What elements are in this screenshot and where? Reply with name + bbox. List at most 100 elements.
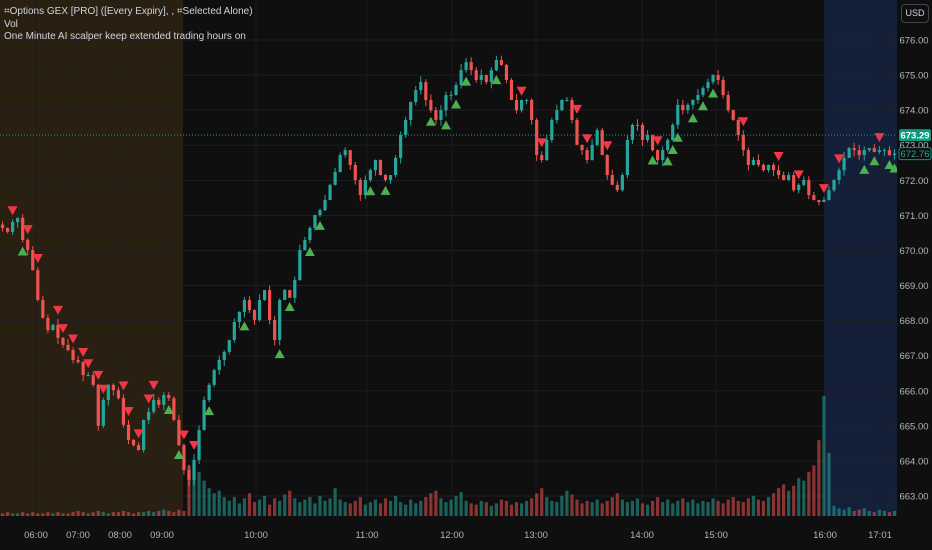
volume-bar: [212, 493, 216, 516]
price-tick-label: 674.00: [899, 106, 928, 117]
candle-body: [368, 170, 372, 180]
candle-body: [96, 384, 100, 426]
volume-bar: [66, 513, 70, 516]
volume-bar: [867, 510, 871, 516]
volume-bar: [555, 502, 559, 516]
volume-bar: [86, 513, 90, 516]
volume-bar: [91, 512, 95, 516]
candle-body: [464, 62, 468, 71]
candle-body: [21, 217, 25, 240]
volume-bar: [51, 513, 55, 516]
candle-body: [16, 217, 20, 223]
volume-bar: [691, 499, 695, 516]
legend-volume[interactable]: Vol: [4, 19, 253, 32]
candle-body: [212, 370, 216, 385]
volume-bar: [731, 497, 735, 516]
candle-body: [81, 362, 85, 376]
candle-body: [691, 99, 695, 105]
candle-body: [857, 150, 861, 156]
candle-body: [615, 184, 619, 191]
candle-body: [837, 170, 841, 180]
volume-bar: [575, 499, 579, 516]
time-tick-label: 10:00: [244, 530, 268, 541]
candle-body: [726, 95, 730, 111]
volume-bar: [782, 484, 786, 516]
candle-body: [761, 164, 766, 171]
candle-body: [414, 90, 418, 103]
volume-bar: [600, 503, 604, 516]
price-axis[interactable]: [897, 0, 932, 550]
candle-body: [550, 119, 554, 140]
volume-bar: [46, 512, 50, 516]
volume-bar: [298, 502, 302, 516]
candle-body: [222, 351, 226, 360]
candle-body: [121, 398, 126, 425]
candle-body: [474, 70, 478, 80]
candle-body: [273, 319, 277, 340]
candle-body: [701, 88, 705, 96]
volume-bar: [877, 509, 881, 516]
candle-body: [167, 395, 171, 399]
candle-body: [126, 424, 131, 440]
candle-body: [313, 215, 317, 229]
time-tick-label: 08:00: [108, 530, 132, 541]
candle-body: [268, 290, 272, 320]
candle-body: [343, 150, 347, 156]
candle-body: [666, 139, 670, 151]
legend-ai-scalper[interactable]: One Minute AI scalper keep extended trad…: [4, 31, 253, 44]
candle-body: [842, 157, 846, 171]
volume-bar: [464, 500, 468, 516]
candle-body: [731, 110, 735, 120]
volume-bar: [585, 500, 589, 516]
candle-body: [61, 337, 65, 345]
candle-body: [741, 135, 745, 151]
volume-bar: [721, 503, 725, 516]
volume-bar: [525, 500, 529, 516]
volume-bar: [288, 490, 292, 516]
legend-options-gex[interactable]: ⌗Options GEX [PRO] ([Every Expiry], , ⌗S…: [4, 6, 253, 19]
volume-bar: [630, 500, 635, 516]
candle-body: [353, 164, 357, 180]
candle-body: [262, 290, 267, 300]
candle-body: [469, 62, 473, 71]
candle-body: [232, 322, 236, 340]
volume-bar: [343, 502, 347, 516]
candle-body: [278, 299, 282, 340]
volume-bar: [474, 504, 478, 516]
volume-bar: [444, 502, 448, 516]
candle-body: [676, 104, 680, 125]
volume-bar: [172, 512, 176, 516]
volume-bar: [736, 500, 740, 516]
candle-body: [378, 159, 383, 176]
candle-body: [746, 150, 750, 165]
currency-button[interactable]: USD: [901, 4, 929, 23]
volume-bar: [595, 499, 599, 516]
volume-bar: [746, 498, 750, 516]
volume-bar: [222, 497, 226, 516]
volume-bar: [550, 500, 554, 516]
candle-body: [686, 104, 690, 111]
volume-bar: [101, 512, 105, 516]
volume-bar: [817, 440, 821, 516]
candle-body: [207, 384, 211, 400]
candle-body: [736, 119, 740, 136]
volume-bar: [650, 500, 655, 516]
candle-body: [721, 79, 725, 96]
volume-bar: [424, 497, 428, 516]
volume-bar: [409, 499, 413, 516]
candle-body: [348, 150, 352, 165]
volume-bar: [882, 510, 887, 516]
candle-body: [575, 119, 579, 145]
candle-body: [696, 95, 700, 100]
volume-bar: [348, 503, 352, 516]
candle-body: [91, 375, 95, 385]
price-chart[interactable]: 676.00675.00674.00673.00672.00671.00670.…: [0, 0, 932, 550]
volume-bar: [776, 488, 781, 516]
candle-body: [393, 157, 398, 176]
volume-bar: [318, 495, 322, 516]
volume-bar: [419, 500, 423, 516]
candle-body: [152, 399, 156, 412]
volume-bar: [81, 512, 85, 516]
candle-body: [424, 82, 428, 100]
candle-body: [298, 250, 302, 280]
